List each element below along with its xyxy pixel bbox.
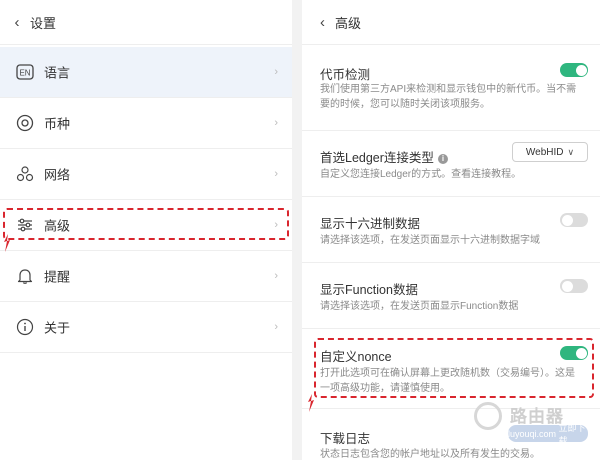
setting-description: 自定义您连接Ledger的方式。查看连接教程。 bbox=[320, 169, 522, 180]
network-icon bbox=[16, 165, 34, 183]
setting-function-data: 显示Function数据 请选择该选项，在发送页面显示Function数据 bbox=[302, 262, 600, 328]
menu-item-currency[interactable]: 币种 › bbox=[0, 98, 292, 148]
function-data-toggle[interactable] bbox=[560, 279, 588, 293]
setting-title: 代币检测 bbox=[320, 68, 371, 82]
ledger-type-select[interactable]: WebHID ∨ bbox=[512, 142, 588, 162]
back-arrow-icon[interactable]: ‹ bbox=[10, 14, 24, 31]
menu-item-about[interactable]: 关于 › bbox=[0, 302, 292, 352]
setting-description: 请选择该选项，在发送页面显示Function数据 bbox=[320, 301, 519, 312]
panel-separator bbox=[292, 0, 302, 460]
setting-description: 请选择该选项，在发送页面显示十六进制数据字域 bbox=[320, 235, 540, 246]
hex-data-toggle[interactable] bbox=[560, 213, 588, 227]
pointer-arrow-icon bbox=[308, 394, 314, 412]
setting-description: 我们使用第三方API来检测和显示钱包中的新代币。当不需要的时候，您可以随时关闭该… bbox=[320, 84, 577, 110]
info-icon bbox=[16, 318, 34, 336]
chevron-right-icon: › bbox=[274, 117, 278, 129]
setting-hex-data: 显示十六进制数据 请选择该选项，在发送页面显示十六进制数据字域 bbox=[302, 196, 600, 262]
watermark-logo-icon bbox=[474, 402, 502, 430]
menu-item-language[interactable]: EN 语言 › bbox=[0, 47, 292, 97]
back-arrow-icon[interactable]: ‹ bbox=[320, 14, 325, 31]
setting-title: 显示Function数据 bbox=[320, 283, 418, 297]
en-language-icon: EN bbox=[16, 63, 34, 81]
menu-item-label: 提醒 bbox=[44, 269, 71, 285]
setting-title: 下载日志 bbox=[320, 432, 371, 446]
menu-item-reminders[interactable]: 提醒 › bbox=[0, 251, 292, 301]
menu-item-network[interactable]: 网络 › bbox=[0, 149, 292, 199]
highlight-box-advanced bbox=[3, 208, 289, 240]
chevron-right-icon: › bbox=[274, 168, 278, 180]
menu-item-label: 网络 bbox=[44, 167, 71, 183]
chevron-right-icon: › bbox=[274, 321, 278, 333]
page-title: 高级 bbox=[335, 15, 362, 31]
info-icon[interactable]: i bbox=[437, 154, 448, 164]
svg-text:EN: EN bbox=[19, 69, 30, 78]
setting-ledger-type: 首选Ledger连接类型 i WebHID ∨ 自定义您连接Ledger的方式。查看… bbox=[302, 130, 600, 196]
setting-token-detection: 代币检测 我们使用第三方API来检测和显示钱包中的新代币。当不需要的时候，您可以… bbox=[302, 44, 600, 130]
setting-title: 首选Ledger连接类型 i bbox=[320, 147, 448, 166]
advanced-header: ‹ 高级 bbox=[302, 0, 600, 44]
page-title: 设置 bbox=[30, 15, 57, 31]
divider bbox=[0, 352, 292, 353]
chevron-right-icon: › bbox=[274, 66, 278, 78]
highlight-box-nonce bbox=[314, 338, 594, 398]
currency-icon bbox=[16, 114, 34, 132]
chevron-right-icon: › bbox=[274, 270, 278, 282]
setting-description: 状态日志包含您的帐户地址以及所有发生的交易。 bbox=[320, 449, 540, 460]
settings-header: ‹ 设置 bbox=[0, 0, 292, 44]
token-detection-toggle[interactable] bbox=[560, 63, 588, 77]
pointer-arrow-icon bbox=[4, 234, 10, 252]
menu-item-label: 语言 bbox=[44, 65, 71, 81]
menu-item-label: 币种 bbox=[44, 116, 71, 132]
setting-title: 显示十六进制数据 bbox=[320, 217, 421, 231]
chevron-down-icon: ∨ bbox=[567, 146, 575, 157]
bell-icon bbox=[16, 267, 34, 285]
divider bbox=[0, 44, 292, 45]
menu-item-label: 关于 bbox=[44, 320, 71, 336]
watermark-text: 路由器 bbox=[510, 407, 564, 426]
watermark-download-button: luyouqi.com 立即下载 bbox=[508, 423, 588, 446]
